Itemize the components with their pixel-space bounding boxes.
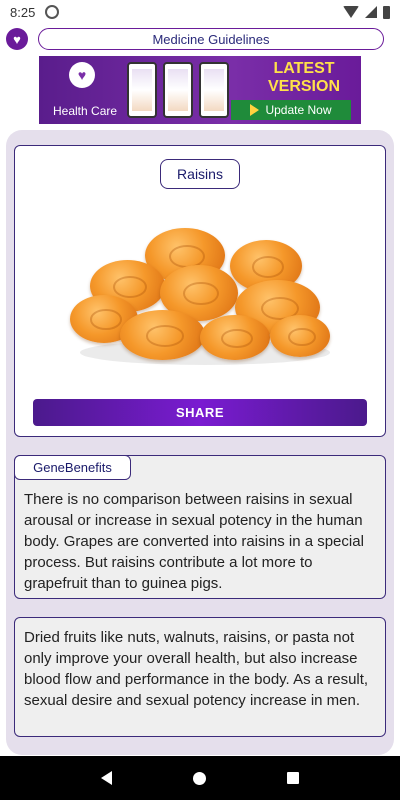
status-time: 8:25: [10, 4, 36, 20]
phone-mockup: [163, 62, 193, 118]
heart-logo-icon: ♥: [69, 62, 95, 88]
play-store-icon: [250, 104, 260, 116]
benefits-heading: GeneBenefits: [14, 455, 131, 480]
banner-headline-line2: VERSION: [267, 78, 340, 95]
update-now-label: Update Now: [265, 103, 332, 117]
banner-label: Health Care: [53, 104, 118, 118]
home-icon[interactable]: [192, 771, 206, 785]
status-bar: 8:25: [0, 0, 400, 24]
banner-headline-line1: LATEST: [273, 60, 335, 77]
banner-headline: LATEST VERSION: [255, 60, 353, 96]
item-name: Raisins: [160, 159, 240, 189]
signal-icon: [365, 6, 377, 18]
wifi-icon: [343, 6, 359, 18]
heart-logo-icon[interactable]: ♥: [6, 28, 28, 50]
status-icons: [343, 5, 390, 19]
phone-mockup: [199, 62, 229, 118]
system-nav-bar: [0, 756, 400, 800]
recent-apps-icon[interactable]: [287, 772, 300, 784]
phone-mockup: [127, 62, 157, 118]
back-icon[interactable]: [100, 771, 112, 785]
app-bar: ♥ Medicine Guidelines: [0, 24, 400, 54]
benefits-paragraph: There is no comparison between raisins i…: [24, 491, 364, 592]
update-now-button[interactable]: Update Now: [231, 100, 351, 120]
update-banner[interactable]: ♥ Health Care LATEST VERSION Update Now: [39, 56, 361, 124]
battery-icon: [383, 5, 390, 19]
benefits-paragraph-2: Dried fruits like nuts, walnuts, raisins…: [24, 629, 369, 709]
at-sign-icon: [45, 5, 60, 19]
share-button[interactable]: SHARE: [33, 399, 367, 426]
item-image: [60, 220, 340, 370]
app-title: Medicine Guidelines: [38, 28, 384, 50]
